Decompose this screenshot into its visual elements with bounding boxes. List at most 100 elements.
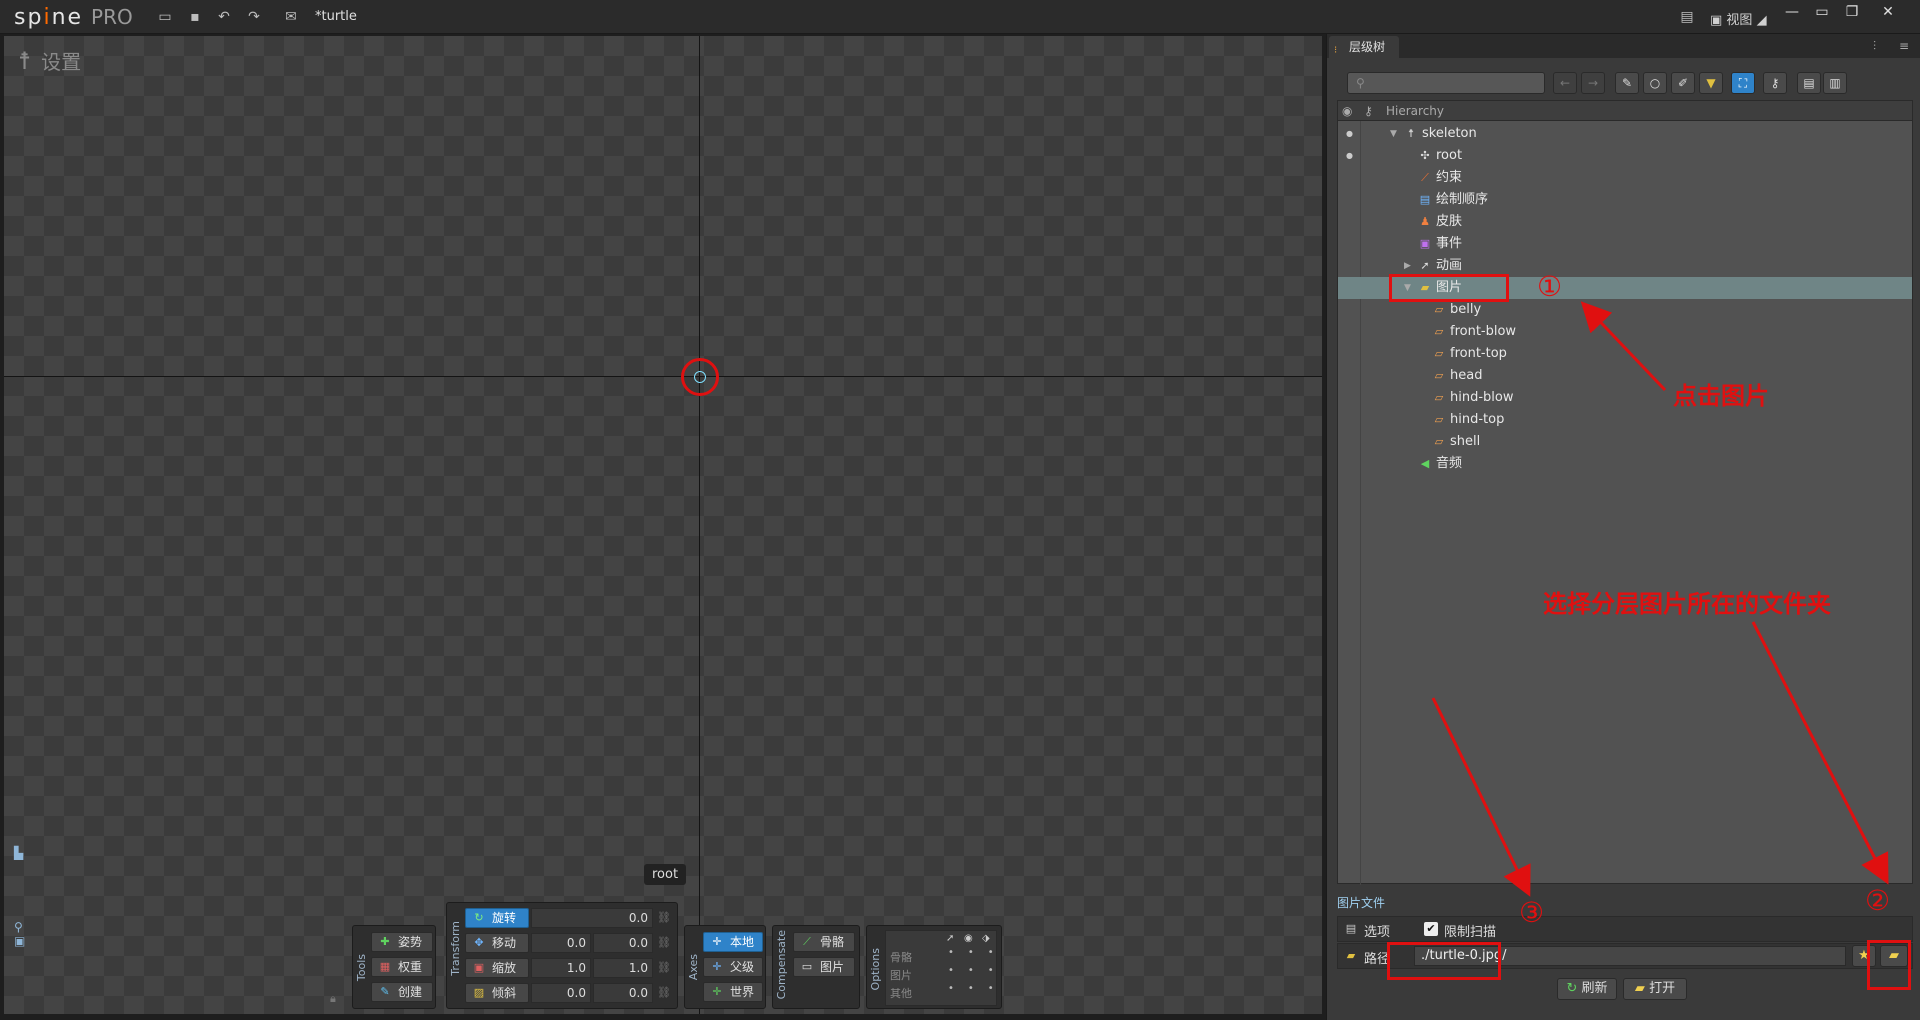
minimize-button[interactable]: — <box>1778 2 1806 22</box>
tree-item-9[interactable]: ▱ belly <box>1338 299 1912 321</box>
visible-icon: ◉ <box>964 933 973 944</box>
expand-arrow-icon[interactable]: ▼ <box>1390 123 1397 145</box>
rotate-value[interactable]: 0.0 <box>531 908 653 928</box>
canvas-viewport[interactable]: ☨ 设置 root ▙ ⚲ ▣ 🔒︎ <box>4 36 1322 1014</box>
parent-axes-button[interactable]: ✛ 父级 <box>703 957 763 977</box>
compensate-images-button[interactable]: ▭ 图片 <box>793 957 855 977</box>
refresh-button[interactable]: ↻ 刷新 <box>1557 978 1617 1000</box>
world-axes-button[interactable]: ✛ 世界 <box>703 982 763 1002</box>
rotate-link-icon[interactable]: ⛓ <box>657 911 671 925</box>
translate-y-value[interactable]: 0.0 <box>593 933 653 953</box>
view-menu[interactable]: ▣ 视图 ◢ <box>1710 9 1767 28</box>
shear-button[interactable]: ▨ 倾斜 <box>465 983 529 1003</box>
frame-icon[interactable]: ▣ <box>14 934 25 948</box>
scale-x-value[interactable]: 1.0 <box>531 958 591 978</box>
maximize-button[interactable]: ▭ <box>1808 2 1836 22</box>
title-bar: spine PRO ▭ ▪ ↶ ↷ ✉ *turtle ▤ ▣ 视图 ◢ — ▭ … <box>0 0 1920 34</box>
close-button[interactable]: ✕ <box>1874 2 1902 22</box>
fit-icon[interactable]: ▙ <box>14 846 25 860</box>
scale-y-value[interactable]: 1.0 <box>593 958 653 978</box>
translate-x-value[interactable]: 0.0 <box>531 933 591 953</box>
export-icon[interactable]: ✉ <box>282 8 300 26</box>
tree-item-label: front-blow <box>1450 324 1517 339</box>
panel-settings-icon[interactable]: ⫶ <box>1873 39 1876 54</box>
others-option-dots[interactable]: ••• <box>948 983 1008 994</box>
images-option-dots[interactable]: ••• <box>948 965 1008 976</box>
tree-item-10[interactable]: ▱ front-blow <box>1338 321 1912 343</box>
annotation-box-browse <box>1867 940 1911 990</box>
redo-icon[interactable]: ↷ <box>245 8 263 26</box>
open-folder-icon: ▰ <box>1634 981 1650 996</box>
limit-scan-checkbox[interactable]: ✔ <box>1424 922 1438 936</box>
options-list-icon: ▤ <box>1345 922 1357 935</box>
tree-item-14[interactable]: ▱ hind-top <box>1338 409 1912 431</box>
weights-button[interactable]: ▦ 权重 <box>371 957 433 977</box>
open-folder-icon[interactable]: ▭ <box>156 8 174 26</box>
bones-option-dots[interactable]: ••• <box>948 947 1008 958</box>
lock-icon[interactable]: 🔒︎ <box>330 992 336 1006</box>
find-button[interactable]: ⚷ <box>1763 72 1787 94</box>
settings-header[interactable]: ☨ 设置 <box>18 46 81 75</box>
select-icon: ➚ <box>946 933 955 944</box>
shear-y-value[interactable]: 0.0 <box>593 983 653 1003</box>
visibility-dot[interactable]: ● <box>1346 145 1353 167</box>
focus-button[interactable]: ⛶ <box>1731 72 1755 94</box>
shape-filter-button[interactable]: ○ <box>1643 72 1667 94</box>
tree-item-11[interactable]: ▱ front-top <box>1338 343 1912 365</box>
hierarchy-search-input[interactable]: ⚲ <box>1347 72 1545 94</box>
pen-filter-button[interactable]: ✐ <box>1671 72 1695 94</box>
restore-button[interactable]: ❐ <box>1838 2 1866 22</box>
filter-button[interactable]: ▼ <box>1699 72 1723 94</box>
tree-item-4[interactable]: ▤ 绘制顺序 <box>1338 189 1912 211</box>
tree-item-16[interactable]: ◀ 音频 <box>1338 453 1912 475</box>
nav-forward-button[interactable]: → <box>1581 72 1605 94</box>
translate-button[interactable]: ✥ 移动 <box>465 933 529 953</box>
visibility-dot[interactable]: ● <box>1346 123 1353 145</box>
options-panel: Options ➚ ◉ ⬗ 骨骼 图片 其他 ••• ••• ••• <box>866 925 1002 1009</box>
translate-icon: ✥ <box>474 936 484 949</box>
scale-button[interactable]: ▣ 缩放 <box>465 958 529 978</box>
skeleton-icon: ☨ <box>1408 127 1414 140</box>
rotate-button[interactable]: ↻ 旋转 <box>465 908 529 928</box>
bone-filter-button[interactable]: ✎ <box>1615 72 1639 94</box>
tree-item-label: head <box>1450 368 1483 383</box>
nav-back-button[interactable]: ← <box>1553 72 1577 94</box>
tree-item-1[interactable]: ● ▼ ☨ skeleton <box>1338 123 1912 145</box>
scale-icon: ▣ <box>473 961 485 974</box>
collapse-button[interactable]: ▤ <box>1797 72 1821 94</box>
search-icon: ⚲ <box>1356 76 1365 90</box>
tree-item-label: shell <box>1450 434 1481 449</box>
bone-icon: ✣ <box>1420 149 1430 162</box>
panel-menu-icon[interactable]: ≡ <box>1899 39 1909 53</box>
zoom-icon[interactable]: ⚲ <box>14 920 25 934</box>
tree-item-2[interactable]: ● ✣ root <box>1338 145 1912 167</box>
pose-button[interactable]: ✚ 姿势 <box>371 932 433 952</box>
shear-link-icon[interactable]: ⛓ <box>657 986 671 1000</box>
undo-icon[interactable]: ↶ <box>215 8 233 26</box>
compensate-panel: Compensate ⟋ 骨骼 ▭ 图片 <box>772 925 860 1009</box>
scale-link-icon[interactable]: ⛓ <box>657 961 671 975</box>
panel-tab-bar: ⁝ 层级树 ⫶ ≡ <box>1327 34 1920 58</box>
create-button[interactable]: ✎ 创建 <box>371 982 433 1002</box>
tree-item-13[interactable]: ▱ hind-blow <box>1338 387 1912 409</box>
translate-link-icon[interactable]: ⛓ <box>657 936 671 950</box>
save-icon[interactable]: ▪ <box>186 8 204 26</box>
local-axes-button[interactable]: ✛ 本地 <box>703 932 763 952</box>
annotation-choose-folder: 选择分层图片所在的文件夹 <box>1543 590 1831 618</box>
compensate-bones-button[interactable]: ⟋ 骨骼 <box>793 932 855 952</box>
tree-item-3[interactable]: ⟋ 约束 <box>1338 167 1912 189</box>
screen-icon[interactable]: ▤ <box>1678 8 1696 26</box>
open-button[interactable]: ▰ 打开 <box>1623 978 1687 1000</box>
zoom-control[interactable]: ▙ ⚲ ▣ <box>14 846 25 948</box>
annotation-box-images <box>1389 274 1509 302</box>
shear-x-value[interactable]: 0.0 <box>531 983 591 1003</box>
tree-item-6[interactable]: ▣ 事件 <box>1338 233 1912 255</box>
tab-hierarchy[interactable]: ⁝ 层级树 <box>1329 36 1400 58</box>
tree-item-12[interactable]: ▱ head <box>1338 365 1912 387</box>
tree-item-5[interactable]: ♟ 皮肤 <box>1338 211 1912 233</box>
tree-item-15[interactable]: ▱ shell <box>1338 431 1912 453</box>
tree-item-label: belly <box>1450 302 1482 317</box>
root-bone-handle[interactable] <box>694 371 706 383</box>
expand-button[interactable]: ▥ <box>1823 72 1847 94</box>
event-icon: ▣ <box>1419 237 1431 250</box>
